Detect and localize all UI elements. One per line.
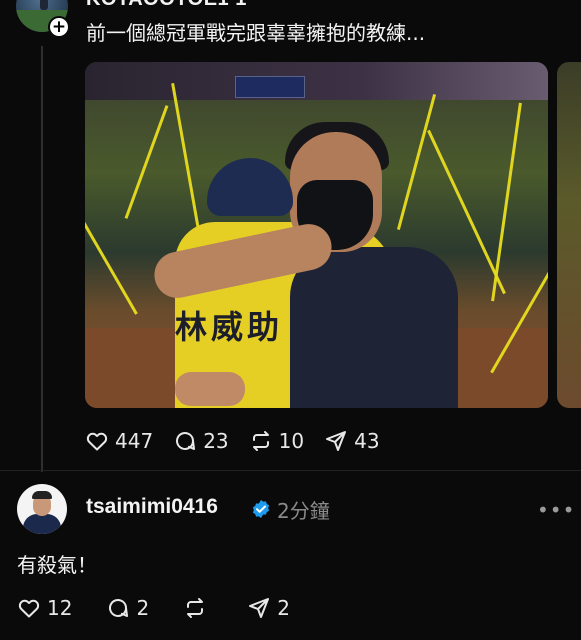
comment-icon	[176, 431, 196, 450]
reply-comment-button[interactable]: 2	[106, 596, 149, 620]
like-count: 447	[115, 429, 154, 453]
next-photo[interactable]	[557, 62, 581, 408]
divider	[0, 470, 581, 471]
comment-count: 23	[203, 429, 229, 453]
jersey-text: 林威助	[175, 308, 284, 346]
reply-share-count: 2	[277, 596, 290, 620]
post-actions: 447 23 10 43	[85, 426, 380, 456]
share-button[interactable]: 43	[324, 429, 380, 453]
comment-button[interactable]: 23	[173, 429, 229, 453]
heart-icon	[18, 599, 40, 618]
reply-text: 有殺氣！	[17, 553, 97, 577]
like-button[interactable]: 447	[85, 429, 153, 453]
reply-comment-count: 2	[136, 596, 150, 620]
reply-timestamp: 2分鐘	[277, 499, 330, 523]
reply-like-count: 12	[47, 596, 73, 620]
repost-icon	[187, 598, 204, 618]
post-photo[interactable]: 林威助	[85, 62, 548, 408]
comment-icon	[109, 598, 129, 617]
repost-count: 10	[278, 429, 305, 453]
more-options-icon[interactable]: •••	[537, 498, 575, 522]
send-icon	[249, 598, 270, 618]
verified-badge-icon	[252, 500, 270, 518]
reply-username[interactable]: tsaimimi0416	[86, 495, 218, 519]
send-icon	[326, 431, 347, 451]
reply-avatar[interactable]	[17, 484, 67, 534]
repost-icon	[252, 431, 269, 451]
reply-actions: 12 2 2	[17, 593, 290, 623]
post-text: 前一個總冠軍戰完跟辜辜擁抱的教練...	[86, 21, 426, 45]
thread-line	[41, 46, 43, 472]
reply-share-button[interactable]: 2	[247, 596, 290, 620]
post-username[interactable]: KOTAOOTOE1 1	[86, 0, 247, 11]
repost-button[interactable]: 10	[249, 429, 304, 453]
follow-plus-icon[interactable]: +	[48, 16, 70, 38]
reply-like-button[interactable]: 12	[17, 596, 72, 620]
heart-icon	[86, 432, 108, 451]
reply-repost-button[interactable]	[183, 596, 213, 620]
share-count: 43	[354, 429, 380, 453]
